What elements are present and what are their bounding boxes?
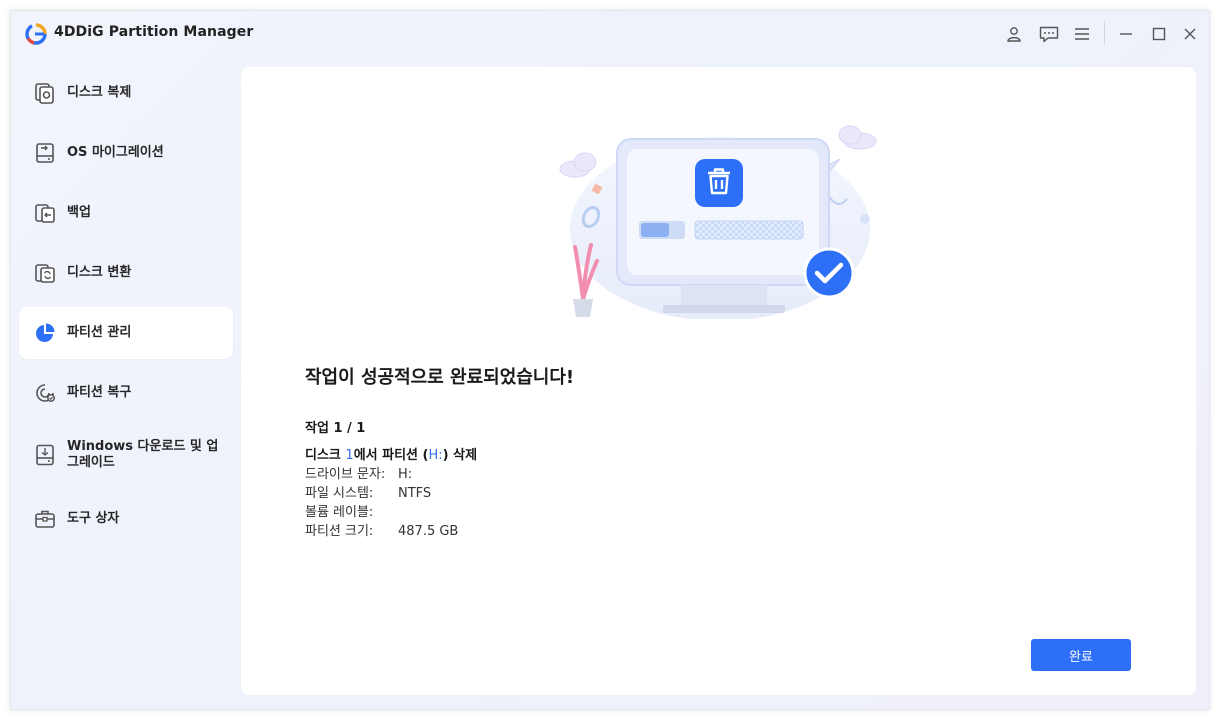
- sidebar-item-disk-clone[interactable]: 디스크 복제: [19, 67, 233, 119]
- sidebar-item-label: 파티션 관리: [67, 325, 132, 340]
- title-bar: 4DDiG Partition Manager: [11, 11, 1209, 57]
- operation-middle: 에서 파티션 (: [353, 448, 429, 463]
- sidebar-item-label: 도구 상자: [67, 511, 120, 526]
- sidebar-item-backup[interactable]: 백업: [19, 187, 233, 239]
- sidebar-item-label: 파티션 복구: [67, 385, 132, 400]
- sidebar-item-toolbox[interactable]: 도구 상자: [19, 493, 233, 545]
- app-window: 4DDiG Partition Manager 디스크 복제 OS 마이그레이션…: [10, 10, 1210, 710]
- sidebar-item-label: 디스크 변환: [67, 265, 132, 280]
- success-illustration: [559, 125, 877, 319]
- sidebar-item-label: 백업: [67, 205, 91, 220]
- feedback-icon[interactable]: [1038, 23, 1060, 45]
- drive-letter-highlight: H:: [428, 448, 443, 463]
- disk-convert-icon: [35, 264, 55, 283]
- sidebar: 디스크 복제 OS 마이그레이션 백업 디스크 변환 파티션 관리 파티션 복구…: [11, 57, 241, 709]
- sidebar-item-windows-download[interactable]: Windows 다운로드 및 업그레이드: [19, 427, 233, 483]
- minimize-icon[interactable]: [1115, 23, 1137, 45]
- detail-key: 파티션 크기:: [305, 524, 374, 539]
- success-title: 작업이 성공적으로 완료되었습니다!: [305, 367, 575, 388]
- os-migration-icon: [36, 143, 54, 163]
- detail-key: 파일 시스템:: [305, 486, 374, 501]
- operation-prefix: 디스크: [305, 448, 346, 463]
- operation-summary: 디스크 1에서 파티션 (H:) 삭제: [305, 444, 477, 463]
- sidebar-item-disk-convert[interactable]: 디스크 변환: [19, 247, 233, 299]
- detail-key: 볼륨 레이블:: [305, 505, 374, 520]
- done-button[interactable]: 완료: [1031, 639, 1131, 671]
- detail-row-volume-label: 볼륨 레이블:: [305, 501, 398, 520]
- partition-recovery-icon: [36, 384, 55, 402]
- titlebar-divider: [1104, 21, 1105, 45]
- detail-value: H:: [398, 467, 413, 482]
- disk-clone-icon: [35, 83, 54, 104]
- close-icon[interactable]: [1179, 23, 1201, 45]
- toolbox-icon: [35, 510, 55, 528]
- backup-icon: [35, 204, 55, 223]
- windows-download-icon: [36, 444, 54, 466]
- detail-row-drive-letter: 드라이브 문자: H:: [305, 463, 412, 482]
- sidebar-item-os-migration[interactable]: OS 마이그레이션: [19, 127, 233, 179]
- main-panel: 작업이 성공적으로 완료되었습니다! 작업 1 / 1 디스크 1에서 파티션 …: [241, 67, 1196, 695]
- sidebar-item-label: OS 마이그레이션: [67, 145, 164, 160]
- detail-value: NTFS: [398, 486, 432, 501]
- pie-chart-icon: [36, 323, 55, 342]
- detail-row-file-system: 파일 시스템: NTFS: [305, 482, 431, 501]
- operation-suffix: ) 삭제: [442, 448, 478, 463]
- detail-value: 487.5 GB: [398, 524, 459, 539]
- app-logo-icon: [25, 23, 47, 45]
- sidebar-item-label: 디스크 복제: [67, 85, 132, 100]
- user-icon[interactable]: [1003, 23, 1025, 45]
- menu-icon[interactable]: [1071, 23, 1093, 45]
- task-count: 작업 1 / 1: [305, 421, 366, 436]
- disk-number: 1: [345, 448, 354, 463]
- app-title: 4DDiG Partition Manager: [54, 24, 254, 40]
- sidebar-item-partition-manage[interactable]: 파티션 관리: [19, 307, 233, 359]
- sidebar-item-label: Windows 다운로드 및 업그레이드: [67, 439, 219, 470]
- detail-row-partition-size: 파티션 크기: 487.5 GB: [305, 520, 458, 539]
- detail-key: 드라이브 문자:: [305, 467, 386, 482]
- sidebar-item-partition-recovery[interactable]: 파티션 복구: [19, 367, 233, 419]
- maximize-icon[interactable]: [1148, 23, 1170, 45]
